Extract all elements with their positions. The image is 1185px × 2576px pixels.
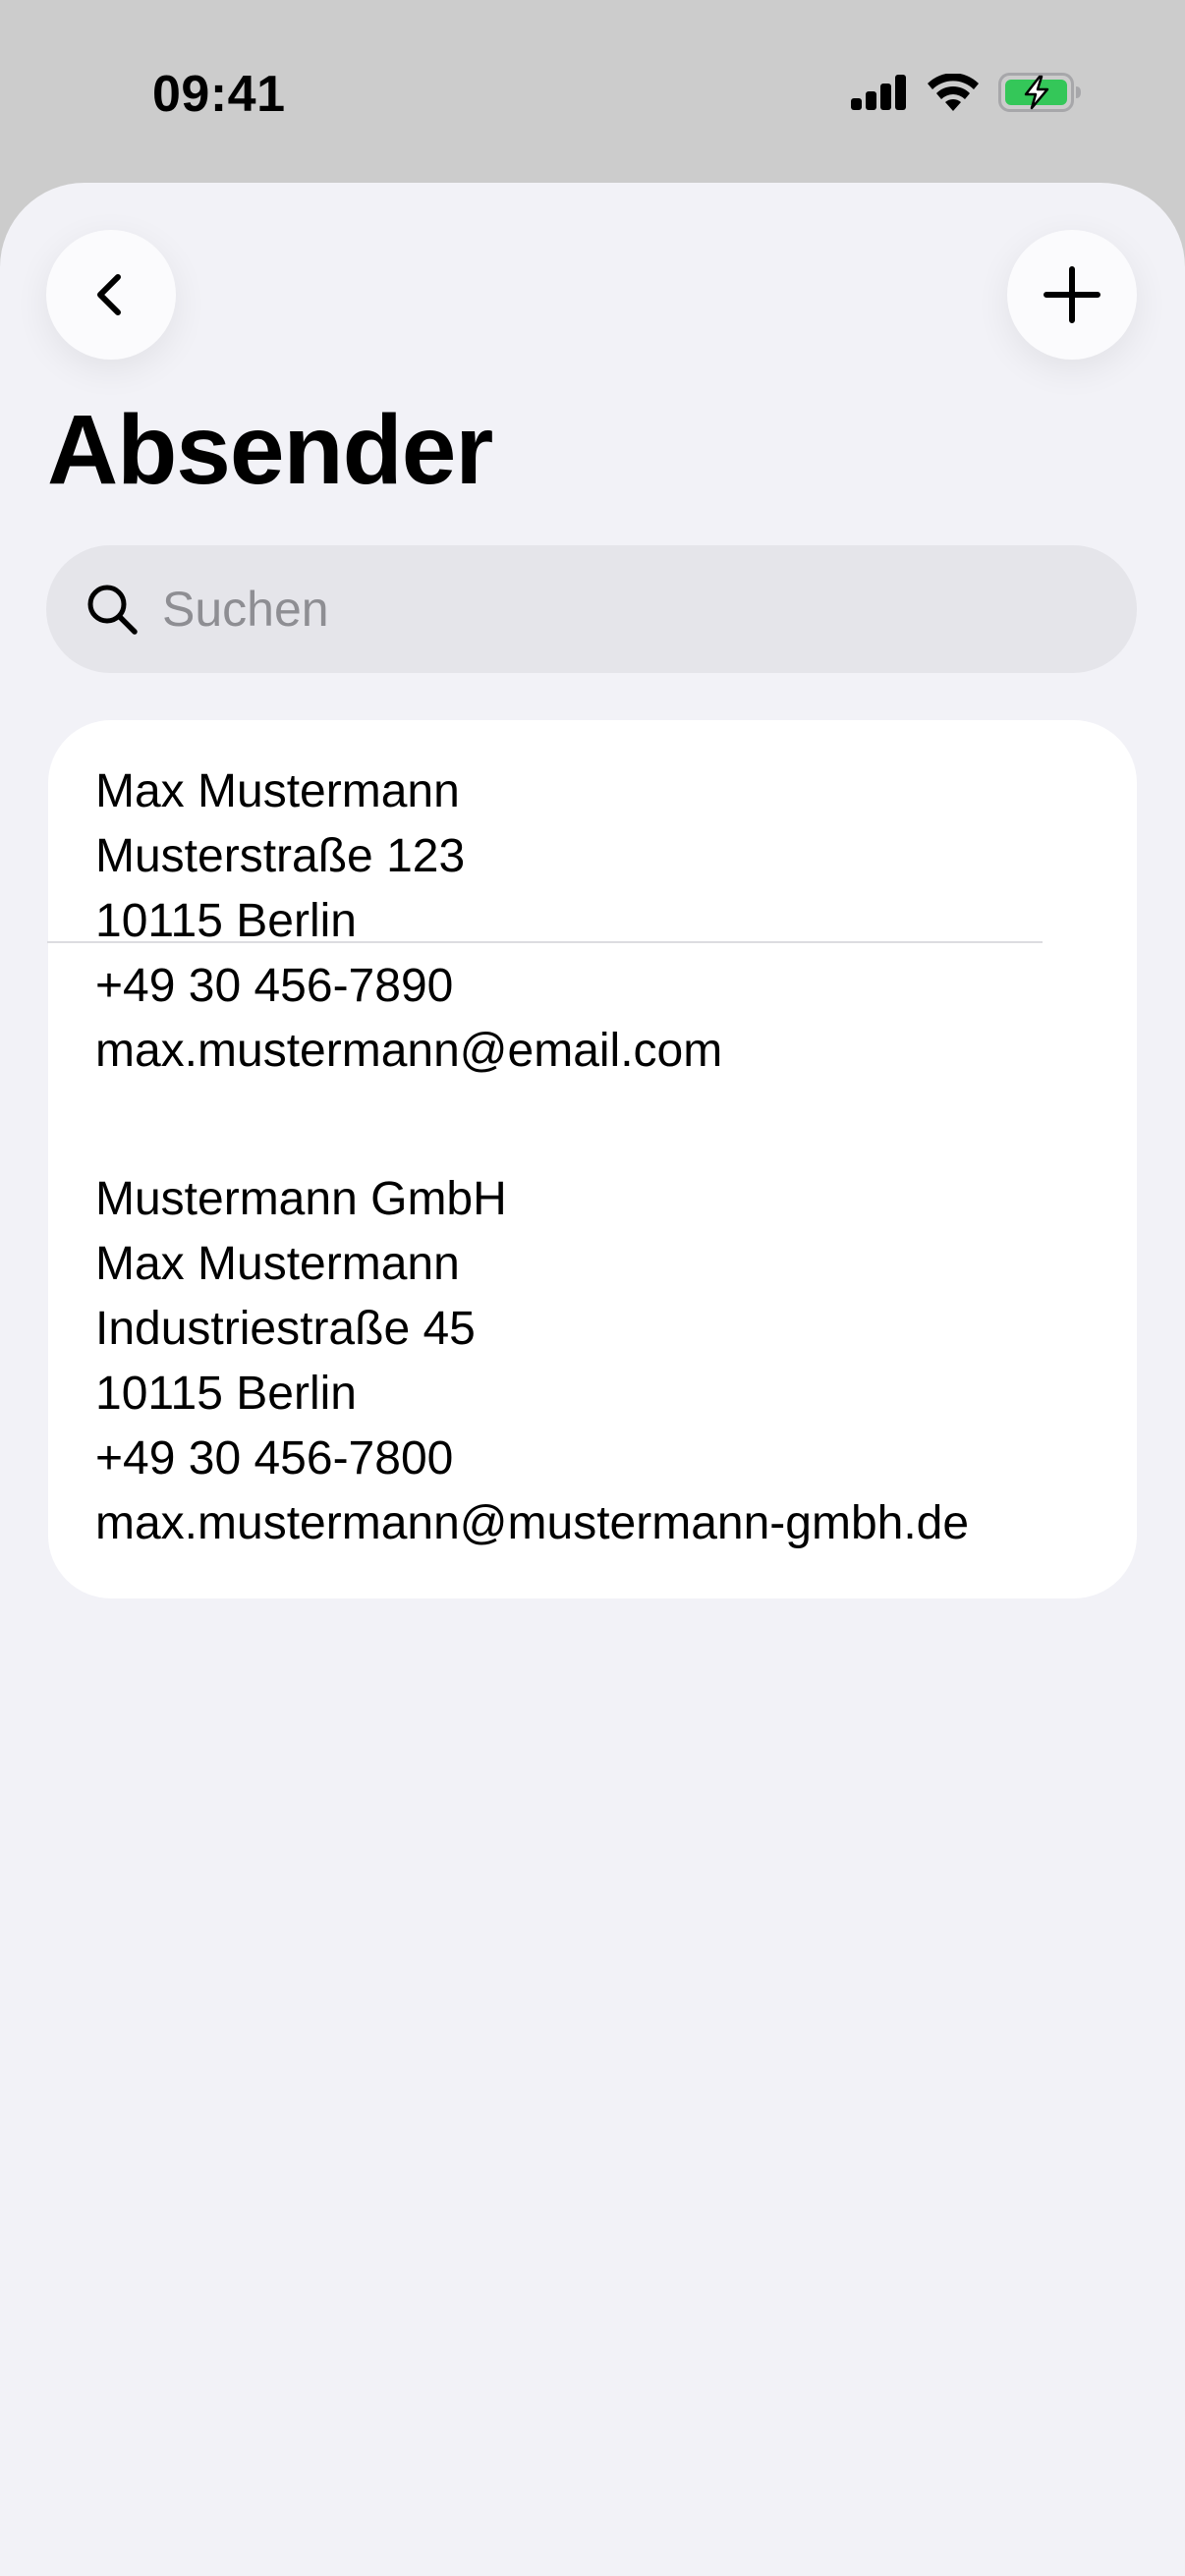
sender-street: Industriestraße 45 (95, 1303, 476, 1355)
plus-icon (1044, 266, 1100, 323)
sender-sheet: Absender Max Mustermann Musterstraße 123… (0, 183, 1185, 2576)
search-icon (87, 585, 138, 635)
status-bar: 09:41 (0, 0, 1185, 183)
sender-name: Max Mustermann (95, 765, 460, 817)
cellular-signal-icon (851, 75, 906, 110)
sender-street: Musterstraße 123 (95, 830, 466, 882)
sender-item[interactable]: Mustermann GmbH Max Mustermann Industrie… (95, 1167, 1088, 1556)
sender-phone: +49 30 456-7890 (95, 960, 454, 1012)
search-bar[interactable] (46, 545, 1137, 673)
wifi-icon (928, 74, 979, 111)
sender-item[interactable]: Max Mustermann Musterstraße 123 10115 Be… (95, 759, 1088, 1084)
back-button[interactable] (46, 230, 176, 360)
search-input[interactable] (162, 545, 1105, 673)
sender-city: 10115 Berlin (95, 1368, 357, 1420)
sender-city: 10115 Berlin (95, 895, 357, 947)
sender-email: max.mustermann@email.com (95, 1025, 723, 1077)
list-divider (47, 941, 1043, 943)
page-title: Absender (47, 395, 493, 505)
sender-phone: +49 30 456-7800 (95, 1432, 454, 1484)
sender-name: Max Mustermann (95, 1238, 460, 1290)
add-sender-button[interactable] (1007, 230, 1137, 360)
sender-email: max.mustermann@mustermann-gmbh.de (95, 1497, 970, 1549)
sender-company: Mustermann GmbH (95, 1173, 507, 1225)
battery-charging-icon (998, 73, 1081, 112)
sender-list: Max Mustermann Musterstraße 123 10115 Be… (48, 720, 1137, 1598)
status-time: 09:41 (152, 66, 286, 123)
status-icons (851, 73, 1081, 112)
chevron-left-icon (97, 274, 121, 315)
